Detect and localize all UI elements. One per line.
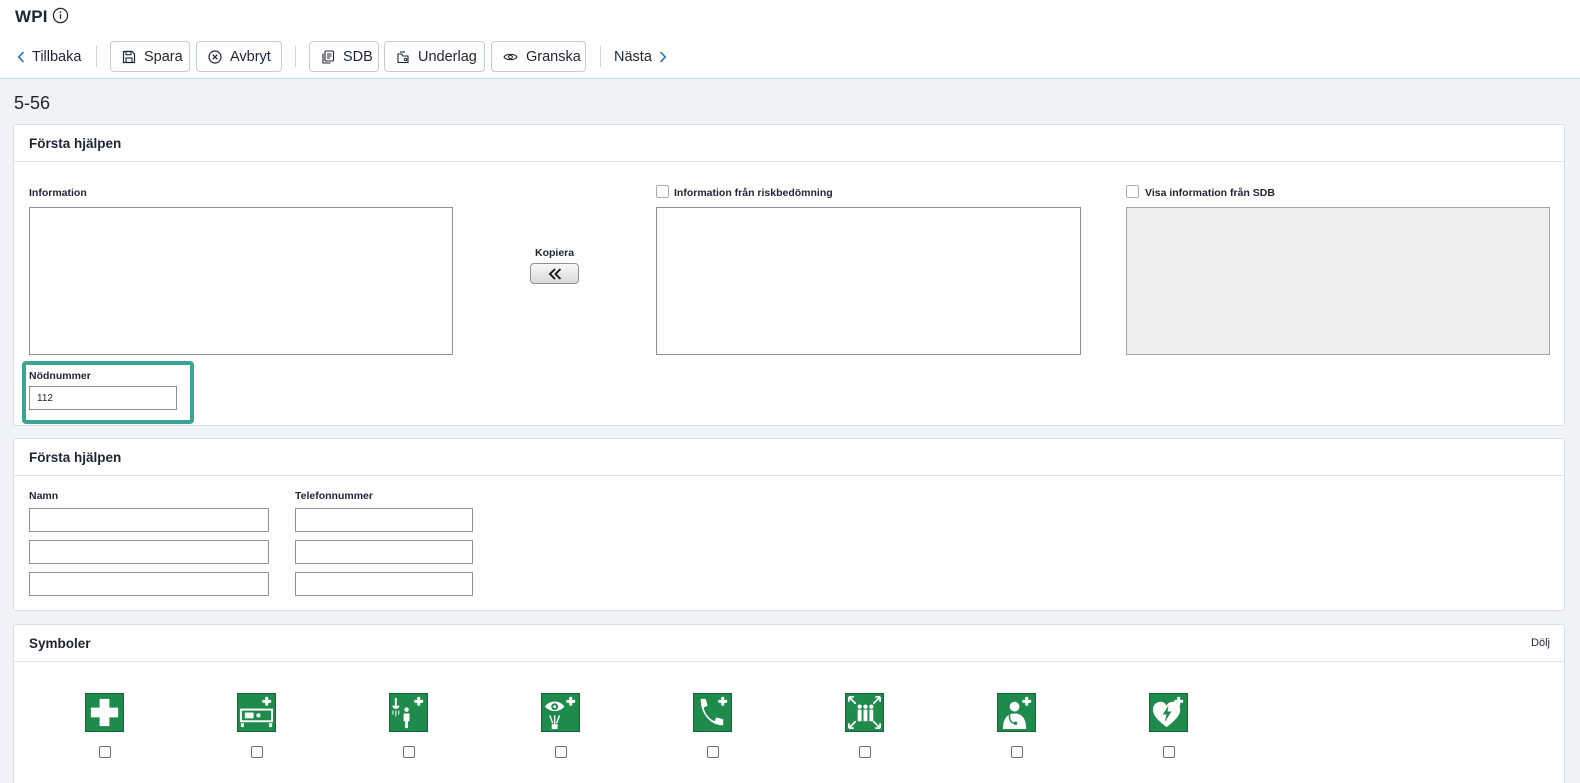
toolbar-divider — [600, 46, 601, 67]
toolbar-divider — [295, 46, 296, 67]
symbol-checkbox[interactable] — [403, 746, 415, 758]
emergency-number-label: Nödnummer — [29, 370, 91, 382]
contact-phone-input[interactable] — [295, 572, 473, 596]
toolbar-divider — [96, 46, 97, 67]
first-aid-contacts-card: Första hjälpen Namn Telefonnummer — [13, 438, 1565, 611]
cancel-button[interactable]: Avbryt — [196, 41, 282, 72]
next-label: Nästa — [614, 48, 652, 65]
first-aid-cross-icon[interactable] — [85, 693, 124, 732]
first-aid-info-card: Första hjälpen Information Kopiera Infor… — [13, 124, 1565, 426]
stretcher-icon[interactable] — [237, 693, 276, 732]
information-textarea[interactable] — [29, 207, 453, 355]
review-button[interactable]: Granska — [491, 41, 586, 72]
hide-symbols-link[interactable]: Dölj — [1531, 637, 1550, 649]
phone-column-label: Telefonnummer — [295, 490, 373, 502]
info-icon[interactable] — [52, 7, 69, 24]
card-title: Symboler Dölj — [14, 625, 1564, 662]
chevron-left-icon — [17, 51, 24, 62]
emergency-shower-icon[interactable] — [389, 693, 428, 732]
record-id: 5-56 — [14, 93, 51, 113]
risk-info-label: Information från riskbedömning — [674, 187, 833, 199]
card-title: Första hjälpen — [14, 125, 1564, 162]
top-bar: WPI Tillbaka Spara Avbryt SDB Underlag G… — [0, 0, 1580, 79]
assembly-point-icon[interactable] — [845, 693, 884, 732]
eyewash-station-icon[interactable] — [541, 693, 580, 732]
back-button[interactable]: Tillbaka — [17, 41, 81, 72]
symbol-checkbox[interactable] — [555, 746, 567, 758]
basis-label: Underlag — [418, 48, 477, 65]
contact-name-input[interactable] — [29, 508, 269, 532]
copy-label: Kopiera — [535, 247, 575, 259]
folder-icon — [397, 50, 409, 63]
close-circle-icon — [208, 49, 222, 64]
sdb-label: SDB — [343, 48, 373, 65]
review-label: Granska — [526, 48, 581, 65]
back-label: Tillbaka — [32, 48, 82, 65]
defibrillator-icon[interactable] — [1149, 693, 1188, 732]
card-title-text: Symboler — [29, 635, 91, 651]
information-label: Information — [29, 187, 87, 199]
app-title: WPI — [15, 7, 48, 26]
symbols-card: Symboler Dölj — [13, 624, 1565, 783]
save-icon — [122, 50, 136, 63]
basis-button[interactable]: Underlag — [384, 41, 485, 72]
symbol-checkbox[interactable] — [859, 746, 871, 758]
next-button[interactable]: Nästa — [614, 41, 667, 72]
cancel-label: Avbryt — [230, 48, 271, 65]
symbol-checkbox[interactable] — [251, 746, 263, 758]
card-title-text: Första hjälpen — [29, 135, 122, 151]
contact-name-input[interactable] — [29, 540, 269, 564]
contact-name-input[interactable] — [29, 572, 269, 596]
card-title: Första hjälpen — [14, 439, 1564, 476]
contact-phone-input[interactable] — [295, 508, 473, 532]
chevron-right-icon — [660, 51, 667, 62]
doctor-icon[interactable] — [997, 693, 1036, 732]
save-label: Spara — [144, 48, 183, 65]
save-button[interactable]: Spara — [110, 41, 190, 72]
emergency-phone-icon[interactable] — [693, 693, 732, 732]
sdb-info-label: Visa information från SDB — [1145, 187, 1275, 199]
emergency-number-input[interactable]: 112 — [29, 386, 177, 410]
symbol-checkbox[interactable] — [1163, 746, 1175, 758]
toolbar: Tillbaka Spara Avbryt SDB Underlag Grans… — [0, 41, 1580, 72]
contact-phone-input[interactable] — [295, 540, 473, 564]
copy-button[interactable] — [530, 263, 579, 284]
sdb-info-checkbox[interactable] — [1126, 185, 1139, 198]
document-copy-icon — [322, 49, 335, 64]
card-title-text: Första hjälpen — [29, 449, 122, 465]
eye-icon — [503, 53, 518, 60]
risk-info-checkbox[interactable] — [656, 185, 669, 198]
name-column-label: Namn — [29, 490, 59, 502]
symbol-checkbox[interactable] — [99, 746, 111, 758]
symbol-checkbox[interactable] — [707, 746, 719, 758]
risk-info-textarea[interactable] — [656, 207, 1081, 355]
double-chevron-left-icon — [548, 267, 561, 280]
symbol-checkbox[interactable] — [1011, 746, 1023, 758]
sdb-info-textarea — [1126, 207, 1550, 355]
sdb-button[interactable]: SDB — [309, 41, 379, 72]
